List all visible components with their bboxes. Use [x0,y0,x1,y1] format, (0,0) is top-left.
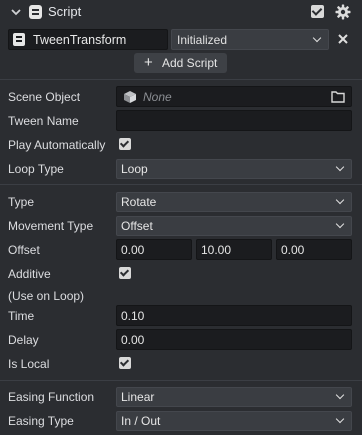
type-dropdown[interactable]: Rotate [116,192,352,212]
time-label: Time [8,309,35,323]
scene-object-field[interactable]: None [116,86,352,107]
offset-z-input[interactable]: 0.00 [276,239,352,260]
chevron-down-icon [335,390,345,400]
chevron-down-icon [335,162,345,172]
tween-name-label: Tween Name [8,114,79,128]
divider [0,380,362,381]
chevron-down-icon [335,414,345,424]
offset-x-value: 0.00 [121,243,145,257]
type-label: Type [8,195,35,209]
script-status-dropdown[interactable]: Initialized [171,29,329,50]
gear-icon[interactable] [335,4,351,20]
offset-x-input[interactable]: 0.00 [116,239,192,260]
additive-checkbox[interactable] [119,267,131,279]
movement-type-label: Movement Type [8,219,94,233]
script-component-header: Script [0,0,362,24]
chevron-down-icon [335,219,345,229]
offset-y-value: 10.00 [201,243,232,257]
loop-type-dropdown[interactable]: Loop [116,159,352,179]
offset-y-input[interactable]: 10.00 [196,239,272,260]
script-asset-field[interactable]: TweenTransform [8,29,168,50]
component-enabled-checkbox[interactable] [311,5,324,18]
folder-icon[interactable] [331,90,345,103]
movement-type-value: Offset [121,219,153,233]
scene-object-value: None [143,90,172,104]
add-script-label: Add Script [162,56,218,70]
additive-sublabel: (Use on Loop) [8,289,85,303]
offset-z-value: 0.00 [281,243,305,257]
plus-icon: + [144,54,153,71]
script-icon [29,5,42,19]
type-value: Rotate [121,195,157,209]
loop-type-value: Loop [121,162,148,176]
tween-name-input[interactable] [116,110,352,131]
loop-type-label: Loop Type [8,162,64,176]
script-status-value: Initialized [177,33,228,47]
easing-function-dropdown[interactable]: Linear [116,387,352,407]
offset-label: Offset [8,243,40,257]
easing-type-label: Easing Type [8,414,74,428]
delay-value: 0.00 [121,333,145,347]
chevron-down-icon[interactable] [10,6,22,18]
divider [0,184,362,185]
add-script-button[interactable]: + Add Script [134,53,227,73]
additive-label: Additive [8,267,51,281]
is-local-checkbox[interactable] [119,357,131,369]
chevron-down-icon [335,195,345,205]
chevron-down-icon [312,33,322,42]
play-automatically-label: Play Automatically [8,138,106,152]
close-icon[interactable] [337,33,349,45]
divider [0,79,362,80]
movement-type-dropdown[interactable]: Offset [116,216,352,236]
time-input[interactable]: 0.10 [116,305,352,326]
scene-object-label: Scene Object [8,90,81,104]
easing-type-value: In / Out [121,414,161,428]
script-asset-icon [13,33,25,46]
time-value: 0.10 [121,309,145,323]
easing-function-label: Easing Function [8,390,95,404]
scene-object-icon [124,91,136,103]
delay-label: Delay [8,333,39,347]
delay-input[interactable]: 0.00 [116,329,352,350]
easing-function-value: Linear [121,390,155,404]
component-title: Script [48,4,82,19]
play-automatically-checkbox[interactable] [119,138,131,150]
script-asset-name: TweenTransform [33,33,127,47]
is-local-label: Is Local [8,357,50,371]
easing-type-dropdown[interactable]: In / Out [116,411,352,431]
